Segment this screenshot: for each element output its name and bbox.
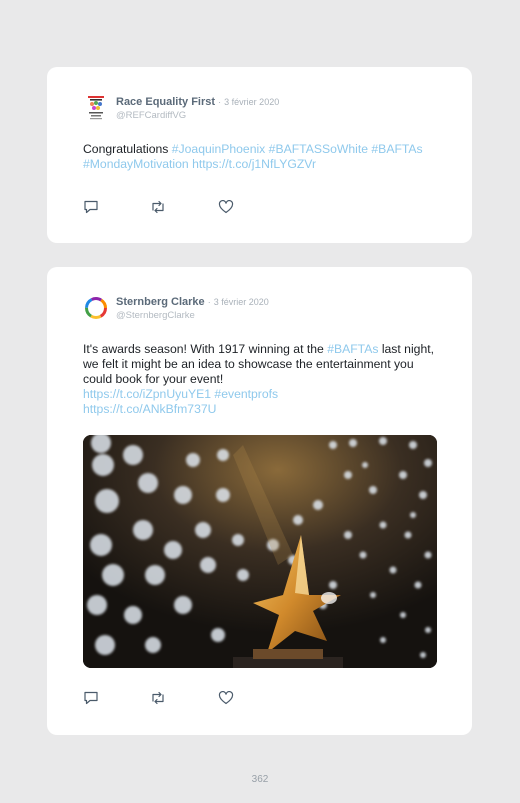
tweet-card: Race Equality First · 3 février 2020 @RE… bbox=[47, 67, 472, 243]
heart-icon[interactable] bbox=[218, 199, 234, 214]
display-name[interactable]: Race Equality First bbox=[116, 96, 215, 108]
sternberg-clarke-ring-logo-icon bbox=[85, 297, 107, 319]
page-number: 362 bbox=[251, 774, 269, 785]
separator: · bbox=[207, 297, 211, 307]
name-line: Sternberg Clarke · 3 février 2020 bbox=[116, 296, 269, 308]
user-handle[interactable]: @REFCardiffVG bbox=[116, 110, 186, 121]
hashtag-link[interactable]: #JoaquinPhoenix bbox=[172, 142, 266, 156]
tweet-actions bbox=[83, 199, 243, 214]
avatar[interactable] bbox=[83, 95, 109, 121]
avatar[interactable] bbox=[83, 295, 109, 321]
user-handle[interactable]: @SternbergClarke bbox=[116, 310, 195, 321]
separator: · bbox=[218, 97, 222, 107]
award-trophy-photo bbox=[83, 435, 437, 668]
reply-icon[interactable] bbox=[83, 200, 99, 214]
name-line: Race Equality First · 3 février 2020 bbox=[116, 96, 279, 108]
reply-icon[interactable] bbox=[83, 691, 99, 705]
hashtag-link[interactable]: #BAFTAs bbox=[327, 342, 378, 356]
retweet-icon[interactable] bbox=[150, 691, 166, 705]
tweet-text: It's awards season! With 1917 winning at… bbox=[83, 342, 438, 417]
tweet-card: Sternberg Clarke · 3 février 2020 @Stern… bbox=[47, 267, 472, 735]
tweet-text: Congratulations #JoaquinPhoenix #BAFTASS… bbox=[83, 142, 438, 172]
retweet-icon[interactable] bbox=[150, 200, 166, 214]
tweet-date[interactable]: 3 février 2020 bbox=[224, 97, 279, 107]
tweet-date[interactable]: 3 février 2020 bbox=[214, 297, 269, 307]
tweet-text-plain: Congratulations bbox=[83, 142, 172, 156]
hashtag-link[interactable]: #BAFTAs bbox=[371, 142, 422, 156]
tweet-text-plain: It's awards season! With 1917 winning at… bbox=[83, 342, 328, 356]
hashtag-link[interactable]: #eventprofs bbox=[214, 387, 278, 401]
tweet-actions bbox=[83, 690, 243, 705]
url-link[interactable]: https://t.co/iZpnUyuYE1 bbox=[83, 387, 211, 401]
display-name[interactable]: Sternberg Clarke bbox=[116, 296, 205, 308]
race-equality-first-logo-icon bbox=[88, 96, 104, 120]
hashtag-link[interactable]: #BAFTASSoWhite bbox=[269, 142, 368, 156]
hashtag-link[interactable]: #MondayMotivation bbox=[83, 157, 189, 171]
url-link[interactable]: https://t.co/j1NfLYGZVr bbox=[192, 157, 316, 171]
heart-icon[interactable] bbox=[218, 690, 234, 705]
tweet-image[interactable] bbox=[83, 435, 437, 668]
url-link[interactable]: https://t.co/ANkBfm737U bbox=[83, 402, 216, 416]
